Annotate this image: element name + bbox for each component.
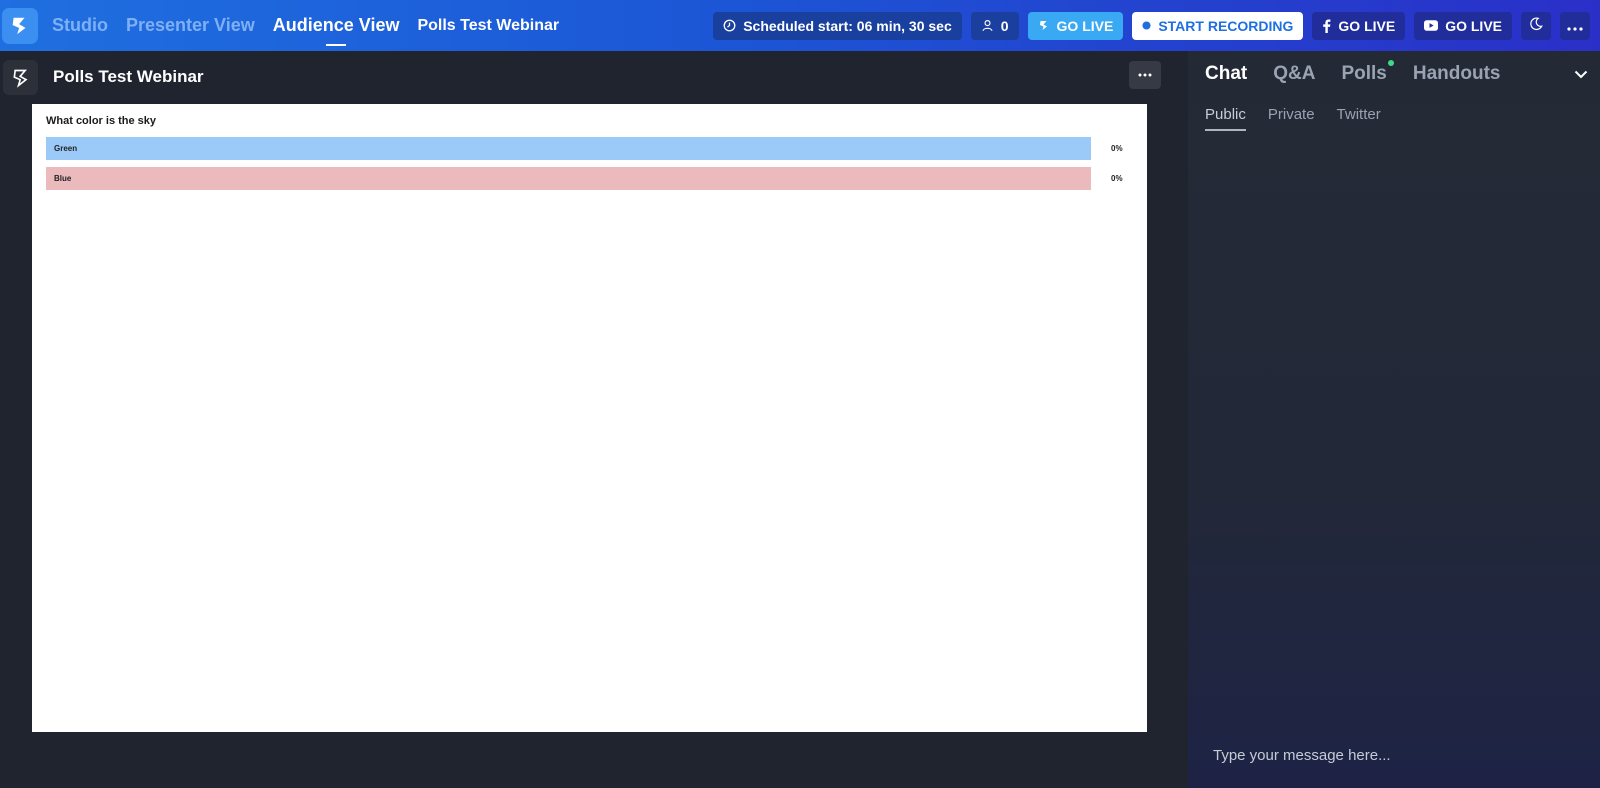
record-dot-icon bbox=[1142, 21, 1151, 30]
session-title: Polls Test Webinar bbox=[53, 67, 204, 86]
stage-more-button[interactable] bbox=[1129, 61, 1161, 89]
chat-message-input[interactable] bbox=[1188, 740, 1600, 770]
poll-question: What color is the sky bbox=[46, 115, 157, 127]
top-actions: Scheduled start: 06 min, 30 sec 0 GO LIV… bbox=[713, 0, 1600, 51]
poll-option-percent: 0% bbox=[1111, 144, 1123, 153]
start-recording-label: START RECORDING bbox=[1158, 17, 1294, 34]
go-live-label: GO LIVE bbox=[1056, 17, 1114, 34]
app-logo-icon[interactable] bbox=[2, 7, 38, 44]
poll-option-label: Green bbox=[54, 144, 78, 153]
youtube-go-live-button[interactable]: GO LIVE bbox=[1414, 11, 1512, 40]
youtube-icon bbox=[1424, 20, 1439, 31]
nav-audience-view[interactable]: Audience View bbox=[273, 15, 400, 36]
scheduled-start-text: Scheduled start: 06 min, 30 sec bbox=[743, 17, 952, 34]
user-icon bbox=[981, 19, 994, 32]
poll-option-blue: Blue bbox=[46, 167, 1091, 190]
start-recording-button[interactable]: START RECORDING bbox=[1132, 11, 1304, 40]
facebook-go-live-button[interactable]: GO LIVE bbox=[1312, 11, 1406, 40]
nav-presenter-view[interactable]: Presenter View bbox=[126, 15, 255, 36]
poll-option-bar bbox=[46, 137, 1091, 160]
tab-chat[interactable]: Chat bbox=[1205, 63, 1247, 85]
attendee-count-button[interactable]: 0 bbox=[970, 11, 1019, 40]
view-nav: Studio Presenter View Audience View Poll… bbox=[52, 15, 577, 36]
dark-mode-toggle[interactable] bbox=[1521, 11, 1551, 40]
scheduled-start-badge: Scheduled start: 06 min, 30 sec bbox=[713, 11, 962, 40]
top-bar: Studio Presenter View Audience View Poll… bbox=[0, 0, 1600, 51]
tab-polls-label: Polls bbox=[1341, 63, 1387, 84]
go-live-button[interactable]: GO LIVE bbox=[1027, 11, 1124, 40]
collapse-panel-button[interactable] bbox=[1574, 66, 1588, 84]
brand-logo-icon bbox=[3, 60, 38, 95]
tab-handouts[interactable]: Handouts bbox=[1413, 63, 1501, 85]
webinar-title: Polls Test Webinar bbox=[417, 16, 560, 34]
panel-tabs: Chat Q&A Polls Handouts bbox=[1205, 60, 1526, 85]
youtube-go-live-label: GO LIVE bbox=[1445, 17, 1502, 34]
more-horizontal-icon bbox=[1567, 18, 1583, 34]
stage-header: Polls Test Webinar bbox=[0, 51, 1163, 103]
poll-option-percent: 0% bbox=[1111, 174, 1123, 183]
moon-icon bbox=[1529, 17, 1543, 34]
attendee-count: 0 bbox=[1000, 17, 1009, 34]
poll-option-label: Blue bbox=[54, 174, 72, 183]
notification-dot bbox=[1387, 60, 1394, 66]
chat-sub-tabs: Public Private Twitter bbox=[1205, 106, 1403, 131]
nav-studio[interactable]: Studio bbox=[52, 15, 108, 36]
poll-option-green: Green bbox=[46, 137, 1091, 160]
facebook-icon bbox=[1322, 18, 1331, 33]
clock-icon bbox=[723, 19, 736, 32]
subtab-twitter[interactable]: Twitter bbox=[1337, 106, 1381, 131]
tab-polls[interactable]: Polls bbox=[1341, 60, 1394, 85]
more-horizontal-icon bbox=[1138, 73, 1152, 77]
poll-results-slide: What color is the sky Green 0% Blue 0% bbox=[32, 104, 1147, 732]
more-options-button[interactable] bbox=[1560, 11, 1590, 40]
subtab-private[interactable]: Private bbox=[1268, 106, 1315, 131]
facebook-go-live-label: GO LIVE bbox=[1338, 17, 1396, 34]
chat-panel: Chat Q&A Polls Handouts Public Private T… bbox=[1188, 51, 1600, 788]
tab-qa[interactable]: Q&A bbox=[1273, 63, 1315, 85]
poll-option-bar bbox=[46, 167, 1091, 190]
chevron-down-icon bbox=[1574, 70, 1588, 79]
brand-icon bbox=[1038, 19, 1050, 32]
subtab-public[interactable]: Public bbox=[1205, 106, 1246, 131]
